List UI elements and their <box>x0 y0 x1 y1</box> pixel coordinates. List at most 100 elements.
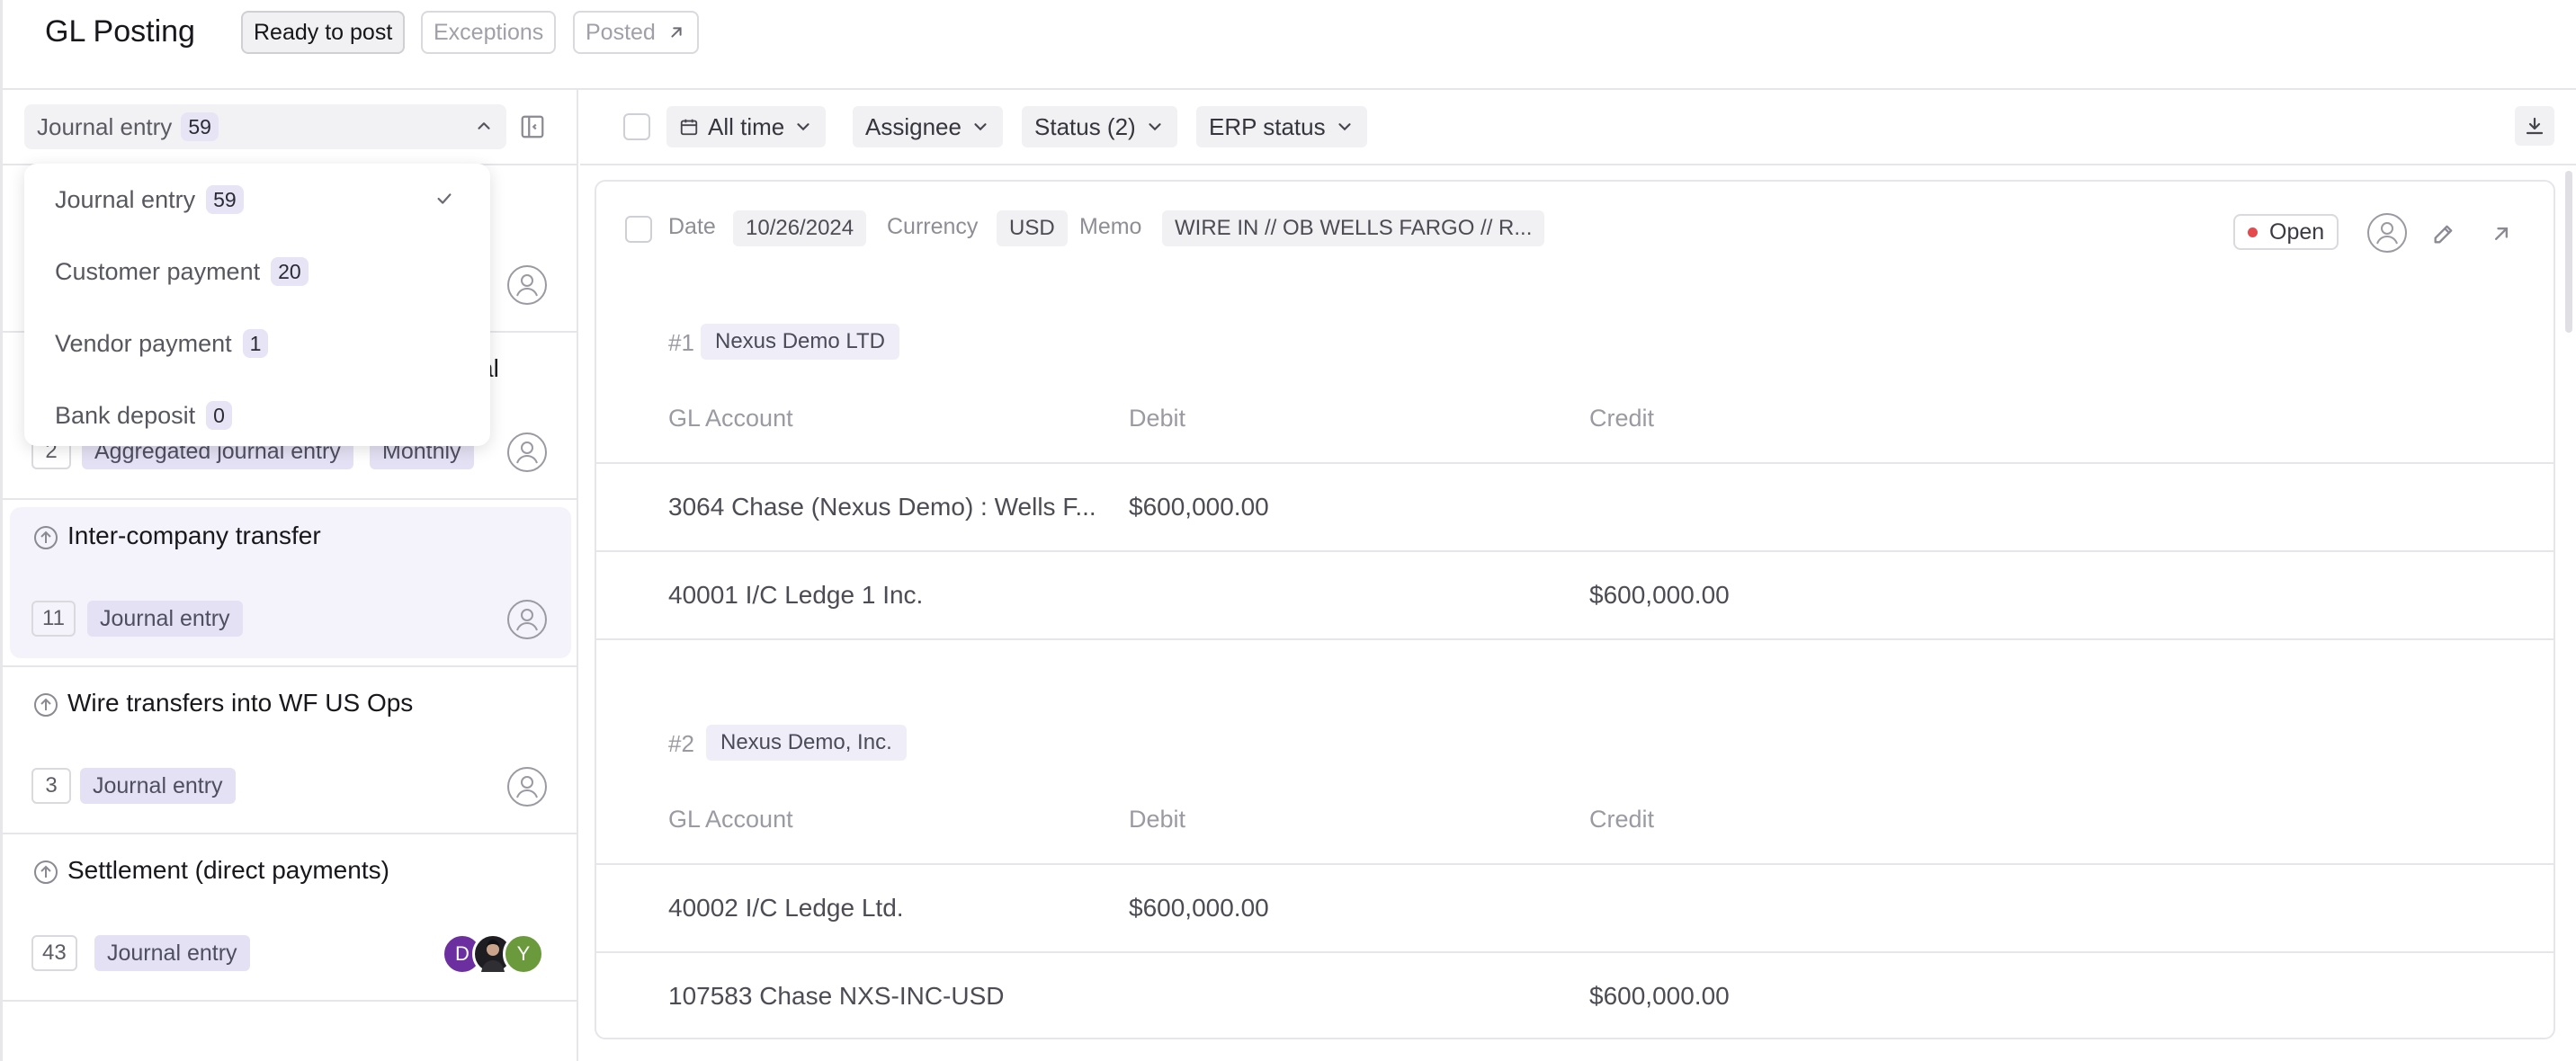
list-item-title: Inter-company transfer <box>67 522 321 549</box>
section-number: #1 <box>668 329 694 356</box>
column-header-credit: Credit <box>1589 806 1655 833</box>
status-badge[interactable]: Open <box>2233 214 2339 250</box>
chevron-down-icon <box>974 123 987 131</box>
column-header-gl-account: GL Account <box>668 405 793 432</box>
gl-account-cell[interactable]: 3064 Chase (Nexus Demo) : Wells F... <box>668 493 1096 522</box>
divider <box>596 863 2554 865</box>
arrow-up-circle-icon <box>34 693 58 717</box>
unassigned-avatar-icon[interactable] <box>506 766 548 807</box>
debit-cell: $600,000.00 <box>1129 493 1269 521</box>
divider <box>596 638 2554 640</box>
list-item-tag: Journal entry <box>94 935 250 971</box>
edit-icon[interactable] <box>2431 221 2456 246</box>
filter-erp-status[interactable]: ERP status <box>1196 106 1367 147</box>
filter-toolbar: All time Assignee Status (2) ERP status <box>580 90 2576 165</box>
calendar-icon <box>680 119 698 136</box>
filter-assignee[interactable]: Assignee <box>853 106 1003 147</box>
tab-ready-to-post[interactable]: Ready to post <box>241 11 406 54</box>
list-item-title: Wire transfers into WF US Ops <box>67 689 414 717</box>
gl-account-cell[interactable]: 40002 I/C Ledge Ltd. <box>668 894 904 923</box>
unassigned-avatar-icon[interactable] <box>506 432 548 473</box>
download-button[interactable] <box>2515 106 2554 146</box>
tab-label: Posted <box>586 20 656 45</box>
tab-label: Exceptions <box>434 20 544 45</box>
entity-chip: Nexus Demo, Inc. <box>706 725 907 761</box>
arrow-up-circle-icon <box>34 526 58 549</box>
chevron-down-icon <box>1337 123 1351 131</box>
filter-date[interactable]: All time <box>666 106 827 147</box>
list-item[interactable]: Inter-company transfer 11 Journal entry <box>3 500 578 667</box>
tab-exceptions[interactable]: Exceptions <box>421 11 557 54</box>
entity-chip: Nexus Demo LTD <box>701 324 899 360</box>
list-item[interactable]: Settlement (direct payments) 43 Journal … <box>3 834 578 1002</box>
currency-value: USD <box>997 210 1068 246</box>
credit-cell: $600,000.00 <box>1589 581 1730 609</box>
status-label: Open <box>2269 219 2325 245</box>
memo-label: Memo <box>1079 214 1142 239</box>
header: GL Posting Ready to post Exceptions Post… <box>0 0 2576 90</box>
assignee-avatars[interactable]: D Y <box>442 933 550 975</box>
memo-value: WIRE IN // OB WELLS FARGO // R... <box>1162 210 1545 246</box>
filter-label: Status (2) <box>1034 112 1136 140</box>
tab-label: Ready to post <box>254 20 393 45</box>
unassigned-avatar-icon[interactable] <box>2366 212 2408 254</box>
status-dot <box>2248 227 2258 237</box>
arrow-up-circle-icon <box>34 860 58 884</box>
dropdown-item-bank-deposit[interactable]: Bank deposit 0 <box>24 379 490 451</box>
gl-account-cell[interactable]: 107583 Chase NXS-INC-USD <box>668 982 1005 1011</box>
column-header-debit: Debit <box>1129 806 1186 833</box>
dropdown-item-label: Customer payment <box>55 257 261 285</box>
tab-posted[interactable]: Posted <box>573 11 699 54</box>
list-item-tag: Journal entry <box>87 601 243 637</box>
arrow-up-right-icon <box>671 27 682 38</box>
list-item-tag: Journal entry <box>80 768 236 804</box>
chevron-down-icon <box>1149 123 1161 131</box>
count-badge: 1 <box>242 329 269 358</box>
entry-checkbox[interactable] <box>625 216 652 243</box>
filter-label: ERP status <box>1209 112 1326 140</box>
dropdown-item-label: Journal entry <box>55 185 196 213</box>
download-icon <box>2526 117 2544 135</box>
filter-label: All time <box>708 112 785 140</box>
unassigned-avatar-icon[interactable] <box>506 264 548 306</box>
chevron-down-icon <box>797 123 809 131</box>
group-select-label: Journal entry <box>37 112 173 140</box>
dropdown-item-label: Vendor payment <box>55 329 232 357</box>
dropdown-item-vendor-payment[interactable]: Vendor payment 1 <box>24 308 490 379</box>
journal-entry-card: Date 10/26/2024 Currency USD Memo WIRE I… <box>595 180 2555 1039</box>
open-external-icon[interactable] <box>2489 221 2514 246</box>
section-number: #2 <box>668 730 694 757</box>
column-header-credit: Credit <box>1589 405 1655 432</box>
page-title: GL Posting <box>45 14 195 49</box>
unassigned-avatar-icon[interactable] <box>506 599 548 640</box>
scrollbar[interactable] <box>2565 171 2572 333</box>
credit-cell: $600,000.00 <box>1589 982 1730 1010</box>
dropdown-item-customer-payment[interactable]: Customer payment 20 <box>24 236 490 308</box>
list-item-title: Settlement (direct payments) <box>67 856 389 884</box>
currency-label: Currency <box>887 214 979 239</box>
list-item[interactable]: Wire transfers into WF US Ops 3 Journal … <box>3 667 578 834</box>
filter-status[interactable]: Status (2) <box>1022 106 1177 147</box>
count-badge: 20 <box>271 257 309 286</box>
debit-cell: $600,000.00 <box>1129 894 1269 922</box>
collapse-sidebar-icon[interactable] <box>519 113 546 140</box>
divider <box>596 462 2554 464</box>
group-dropdown-menu: Journal entry 59 Customer payment 20 Ven… <box>24 164 490 446</box>
list-item-count: 43 <box>31 935 77 971</box>
left-panel: Journal entry 59 al 2 Aggregated journal… <box>3 90 578 1061</box>
avatar: Y <box>503 933 544 975</box>
column-header-debit: Debit <box>1129 405 1186 432</box>
list-item-count: 11 <box>31 601 76 637</box>
divider <box>596 951 2554 953</box>
select-all-checkbox[interactable] <box>623 113 650 140</box>
divider <box>596 550 2554 552</box>
dropdown-item-label: Bank deposit <box>55 401 196 429</box>
count-badge: 59 <box>206 185 244 214</box>
group-select[interactable]: Journal entry 59 <box>24 104 506 149</box>
gl-account-cell[interactable]: 40001 I/C Ledge 1 Inc. <box>668 581 923 610</box>
chevron-up-icon <box>478 122 490 129</box>
date-label: Date <box>668 214 716 239</box>
list-item-count: 3 <box>31 768 71 804</box>
count-badge: 0 <box>206 401 232 430</box>
dropdown-item-journal-entry[interactable]: Journal entry 59 <box>24 164 490 236</box>
